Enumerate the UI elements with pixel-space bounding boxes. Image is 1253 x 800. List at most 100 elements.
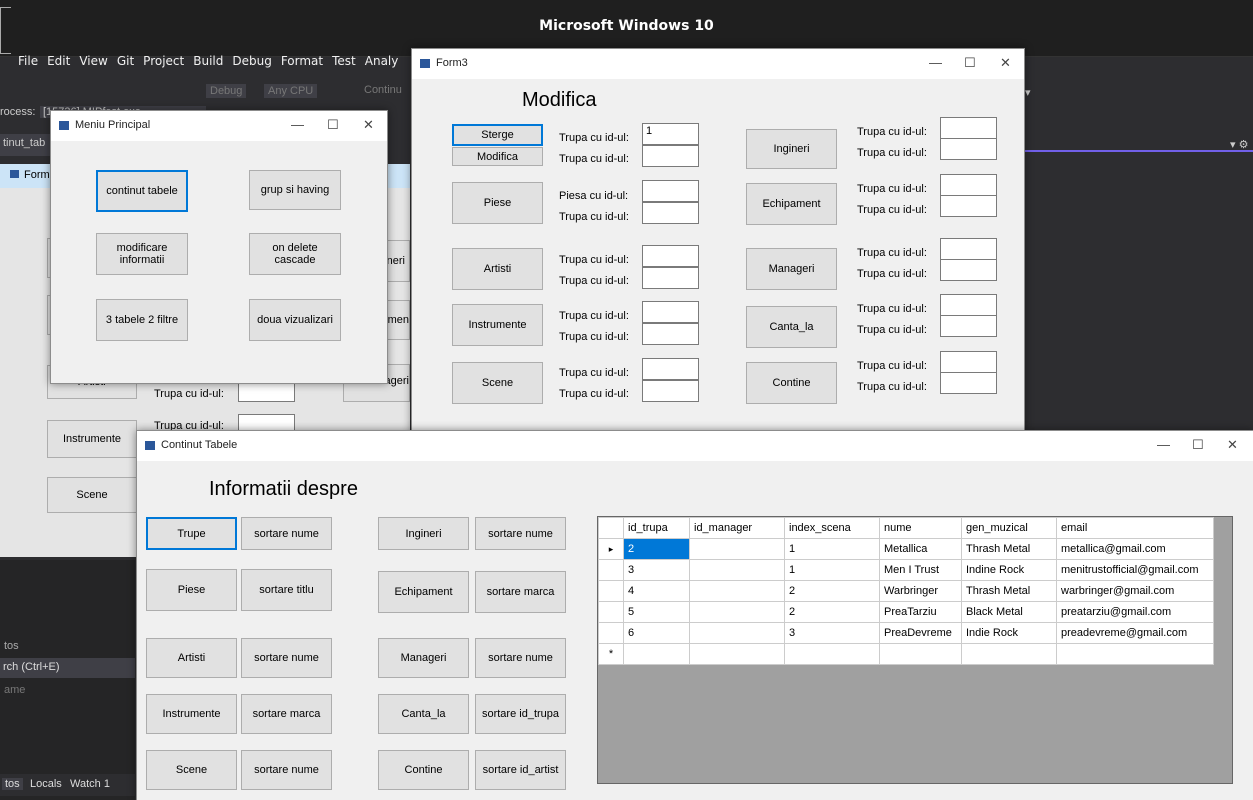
table-cell[interactable]: Metallica [879, 538, 962, 560]
sort-trupe-button[interactable]: sortare nume [241, 517, 332, 550]
field-instr-1[interactable] [642, 301, 699, 323]
vs-menu-item[interactable]: Debug [232, 54, 271, 68]
field-scene-1[interactable] [642, 358, 699, 380]
column-header[interactable]: index_scena [784, 517, 880, 539]
sort-echipament-button[interactable]: sortare marca [475, 571, 566, 613]
table-cell[interactable]: 3 [784, 622, 880, 644]
maximize-icon[interactable]: ☐ [964, 55, 976, 71]
on-delete-cascade-button[interactable]: on delete cascade [249, 233, 341, 275]
designer-instrumente-button[interactable]: Instrumente [47, 420, 137, 458]
table-cell[interactable]: Thrash Metal [961, 580, 1057, 602]
minimize-icon[interactable]: — [291, 117, 304, 132]
table-cell[interactable] [784, 643, 880, 665]
table-cell[interactable] [689, 538, 785, 560]
table-row[interactable]: 3 1 Men I Trust Indine Rock menitrustofficia… [598, 559, 1214, 581]
field-artisti-2[interactable] [642, 267, 699, 289]
continue-button[interactable]: Continu [364, 84, 402, 96]
table-cell[interactable]: Indine Rock [961, 559, 1057, 581]
column-header[interactable]: gen_muzical [961, 517, 1057, 539]
modificare-informatii-button[interactable]: modificare informatii [96, 233, 188, 275]
form3-ingineri-button[interactable]: Ingineri [746, 129, 837, 169]
piese-button[interactable]: Piese [146, 569, 237, 611]
data-grid-table[interactable]: id_trupa id_manager index_scena nume gen_muz… [598, 517, 1214, 665]
form3-contine-button[interactable]: Contine [746, 362, 837, 404]
form3-scene-button[interactable]: Scene [452, 362, 543, 404]
gear-icon[interactable]: ▾ ⚙ [1230, 138, 1248, 151]
minimize-icon[interactable]: — [929, 55, 942, 70]
table-cell[interactable]: Men I Trust [879, 559, 962, 581]
sort-manageri-button[interactable]: sortare nume [475, 638, 566, 678]
table-cell[interactable]: preatarziu@gmail.com [1056, 601, 1214, 623]
column-header[interactable]: email [1056, 517, 1214, 539]
table-cell[interactable] [689, 643, 785, 665]
table-cell[interactable]: PreaTarziu [879, 601, 962, 623]
field-instr-2[interactable] [642, 323, 699, 345]
designer-scene-button[interactable]: Scene [47, 477, 137, 513]
sort-piese-button[interactable]: sortare titlu [241, 569, 332, 611]
field-ech-2[interactable] [940, 195, 997, 217]
modifica-button[interactable]: Modifica [452, 147, 543, 166]
artisti-button[interactable]: Artisti [146, 638, 237, 678]
table-cell[interactable]: 2 [784, 580, 880, 602]
table-cell[interactable]: 6 [623, 622, 690, 644]
table-cell[interactable]: 2 [784, 601, 880, 623]
vs-menu-item[interactable]: File [18, 54, 38, 68]
table-cell[interactable]: 1 [784, 538, 880, 560]
table-cell[interactable]: Thrash Metal [961, 538, 1057, 560]
document-tab[interactable]: tinut_tab [0, 134, 50, 156]
doua-vizualizari-button[interactable]: doua vizualizari [249, 299, 341, 341]
field-canta-1[interactable] [940, 294, 997, 316]
close-icon[interactable]: ✕ [1227, 437, 1238, 453]
maximize-icon[interactable]: ☐ [1192, 437, 1204, 453]
field-ing-1[interactable] [940, 117, 997, 139]
instrumente-button[interactable]: Instrumente [146, 694, 237, 734]
form3-canta-la-button[interactable]: Canta_la [746, 306, 837, 348]
sort-contine-button[interactable]: sortare id_artist [475, 750, 566, 790]
form3-echipament-button[interactable]: Echipament [746, 183, 837, 225]
table-cell[interactable] [689, 580, 785, 602]
sort-canta-la-button[interactable]: sortare id_trupa [475, 694, 566, 734]
column-header[interactable]: id_manager [689, 517, 785, 539]
config-dropdown[interactable]: Debug [206, 84, 247, 98]
platform-dropdown[interactable]: Any CPU [264, 84, 318, 98]
id-field-sterge[interactable]: 1 [642, 123, 699, 145]
continut-tabele-button[interactable]: continut tabele [96, 170, 188, 212]
form3-artisti-button[interactable]: Artisti [452, 248, 543, 290]
sort-instrumente-button[interactable]: sortare marca [241, 694, 332, 734]
ingineri-button[interactable]: Ingineri [378, 517, 469, 550]
canta-la-button[interactable]: Canta_la [378, 694, 469, 734]
table-cell[interactable] [689, 559, 785, 581]
field-ech-1[interactable] [940, 174, 997, 196]
row-header[interactable] [598, 559, 624, 581]
contine-button[interactable]: Contine [378, 750, 469, 790]
field-canta-2[interactable] [940, 315, 997, 337]
tab-locals[interactable]: Locals [30, 778, 62, 790]
table-cell[interactable]: 2 [623, 538, 690, 560]
field-man-2[interactable] [940, 259, 997, 281]
table-cell[interactable]: Warbringer [879, 580, 962, 602]
data-grid[interactable]: id_trupa id_manager index_scena nume gen_muz… [597, 516, 1233, 784]
table-cell[interactable]: 3 [623, 559, 690, 581]
autos-search[interactable]: rch (Ctrl+E) [0, 658, 135, 678]
row-header[interactable] [598, 622, 624, 644]
column-header[interactable]: id_trupa [623, 517, 690, 539]
close-icon[interactable]: ✕ [1000, 55, 1011, 71]
vs-menu-item[interactable]: Project [143, 54, 184, 68]
table-cell[interactable] [879, 643, 962, 665]
trupe-button[interactable]: Trupe [146, 517, 237, 550]
close-icon[interactable]: ✕ [363, 117, 374, 133]
form3-piese-button[interactable]: Piese [452, 182, 543, 224]
table-cell[interactable] [961, 643, 1057, 665]
table-cell[interactable]: 5 [623, 601, 690, 623]
field-scene-2[interactable] [642, 380, 699, 402]
table-cell[interactable]: preadevreme@gmail.com [1056, 622, 1214, 644]
column-header[interactable]: nume [879, 517, 962, 539]
tab-autos[interactable]: tos [2, 778, 23, 790]
field-piese-1[interactable] [642, 180, 699, 202]
minimize-icon[interactable]: — [1157, 437, 1170, 452]
sort-ingineri-button[interactable]: sortare nume [475, 517, 566, 550]
table-cell[interactable]: 4 [623, 580, 690, 602]
field-cont-1[interactable] [940, 351, 997, 373]
field-ing-2[interactable] [940, 138, 997, 160]
three-tables-two-filters-button[interactable]: 3 tabele 2 filtre [96, 299, 188, 341]
